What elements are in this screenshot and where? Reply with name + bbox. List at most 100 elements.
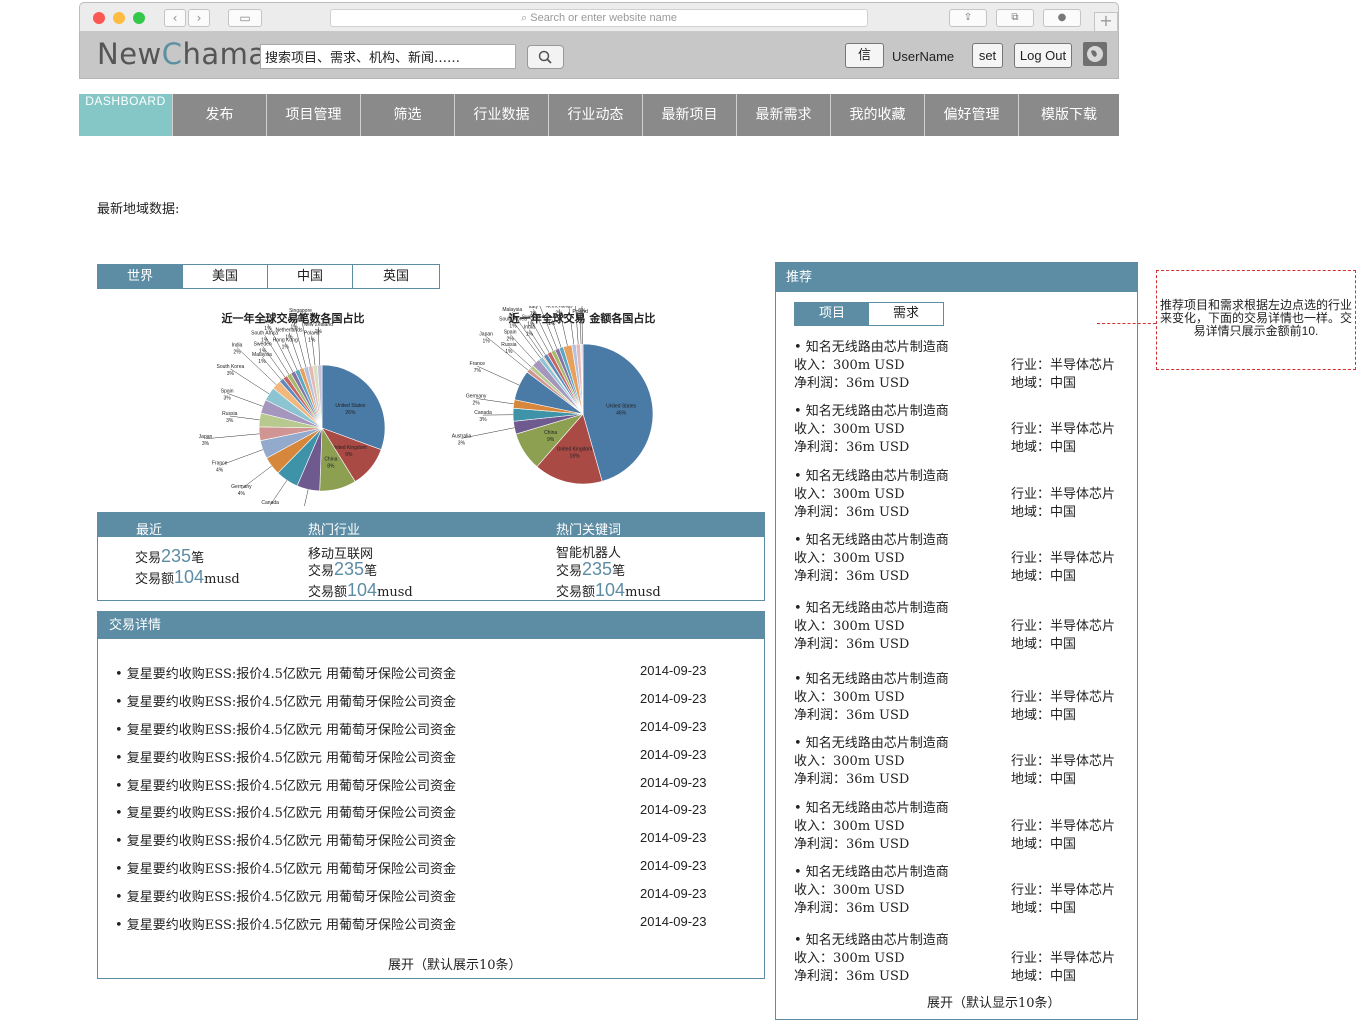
hot-industry-header: 热门行业: [308, 523, 361, 538]
sidebar-toggle-icon[interactable]: ▭: [228, 9, 262, 27]
pie-value-label: 0%: [578, 308, 586, 314]
deal-item[interactable]: • 复星要约收购ESS:报价4.5亿欧元 用葡萄牙保险公司资金: [115, 802, 456, 821]
recommend-item[interactable]: • 知名无线路由芯片制造商 收入：300m USD 净利润：36m USD 行业：半导…: [794, 597, 1124, 652]
nav-favorites[interactable]: 我的收藏: [831, 94, 925, 136]
geo-tabs: 世界 美国 中国 英国: [97, 264, 440, 289]
logo[interactable]: NewChama: [97, 37, 267, 71]
tab-projects[interactable]: 项目: [795, 303, 869, 325]
pie-value-label: 3%: [479, 417, 487, 423]
tab-world[interactable]: 世界: [98, 265, 183, 288]
tab-china[interactable]: 中国: [268, 265, 353, 288]
nav-filter[interactable]: 筛选: [361, 94, 455, 136]
deal-item[interactable]: • 复星要约收购ESS:报价4.5亿欧元 用葡萄牙保险公司资金: [115, 747, 456, 766]
deal-item[interactable]: • 复星要约收购ESS:报价4.5亿欧元 用葡萄牙保险公司资金: [115, 886, 456, 905]
recent-count: 交易235笔: [135, 546, 205, 566]
recommend-item-industry: 行业：半导体芯片: [1011, 422, 1116, 437]
nav-project-management[interactable]: 项目管理: [267, 94, 361, 136]
pie-value-label: 8%: [327, 463, 335, 469]
nav-publish[interactable]: 发布: [173, 94, 267, 136]
username[interactable]: UserName: [892, 49, 954, 64]
nav-template-download[interactable]: 模版下载: [1019, 94, 1119, 136]
download-icon[interactable]: ●: [1043, 9, 1081, 27]
close-window-button[interactable]: [93, 12, 105, 24]
geo-section-title: 最新地域数据:: [97, 202, 180, 217]
pie-label: Canada: [474, 410, 492, 416]
maximize-window-button[interactable]: [133, 12, 145, 24]
nav-latest-projects[interactable]: 最新项目: [643, 94, 737, 136]
recommend-item-title: • 知名无线路由芯片制造商: [794, 672, 949, 687]
pie-label: Australia: [452, 433, 472, 439]
pie-label: Germany: [466, 393, 487, 399]
tab-uk[interactable]: 英国: [353, 265, 439, 288]
site-search-input[interactable]: [260, 44, 516, 69]
pie-value-label: 1%: [526, 332, 534, 338]
recommend-item[interactable]: • 知名无线路由芯片制造商 收入：300m USD 净利润：36m USD 行业：半导…: [794, 861, 1124, 916]
forward-button[interactable]: ›: [188, 9, 210, 27]
recommend-item-region: 地域：中国: [1011, 837, 1077, 852]
deal-item[interactable]: • 复星要约收购ESS:报价4.5亿欧元 用葡萄牙保险公司资金: [115, 719, 456, 738]
recommend-item-title: • 知名无线路由芯片制造商: [794, 601, 949, 616]
minimize-window-button[interactable]: [113, 12, 125, 24]
tab-usa[interactable]: 美国: [183, 265, 268, 288]
nav-preferences[interactable]: 偏好管理: [925, 94, 1019, 136]
recommend-item-title: • 知名无线路由芯片制造商: [794, 533, 949, 548]
messages-button[interactable]: 信: [845, 43, 884, 68]
deal-item[interactable]: • 复星要约收购ESS:报价4.5亿欧元 用葡萄牙保险公司资金: [115, 691, 456, 710]
tabs-overview-icon[interactable]: ⧉: [996, 9, 1034, 27]
recommend-item-title: • 知名无线路由芯片制造商: [794, 933, 949, 948]
recommend-item-region: 地域：中国: [1011, 637, 1077, 652]
recommend-header: 推荐: [776, 263, 1137, 292]
recommend-item[interactable]: • 知名无线路由芯片制造商 收入：300m USD 净利润：36m USD 行业：半导…: [794, 929, 1124, 984]
recommend-item[interactable]: • 知名无线路由芯片制造商 收入：300m USD 净利润：36m USD 行业：半导…: [794, 668, 1124, 723]
deals-expand-link[interactable]: 展开（默认展示10条）: [388, 954, 522, 973]
recommend-item[interactable]: • 知名无线路由芯片制造商 收入：300m USD 净利润：36m USD 行业：半导…: [794, 797, 1124, 852]
recommend-item-profit: 净利润：36m USD: [794, 505, 910, 520]
pie-label: France: [212, 460, 228, 466]
nav-industry-data[interactable]: 行业数据: [455, 94, 549, 136]
recommend-item-revenue: 收入：300m USD: [794, 754, 905, 769]
deal-item[interactable]: • 复星要约收购ESS:报价4.5亿欧元 用葡萄牙保险公司资金: [115, 775, 456, 794]
recent-amount: 交易额104musd: [135, 567, 240, 587]
deal-item[interactable]: • 复星要约收购ESS:报价4.5亿欧元 用葡萄牙保险公司资金: [115, 663, 456, 682]
recommend-item-industry: 行业：半导体芯片: [1011, 951, 1116, 966]
pie-value-label: 1%: [290, 325, 298, 331]
magnifier-icon: [538, 50, 552, 64]
share-icon[interactable]: ⇪: [949, 9, 987, 27]
recommend-item[interactable]: • 知名无线路由芯片制造商 收入：300m USD 净利润：36m USD 行业：半导…: [794, 336, 1124, 391]
new-tab-button[interactable]: +: [1094, 12, 1118, 32]
nav-latest-demands[interactable]: 最新需求: [737, 94, 831, 136]
recommend-expand-link[interactable]: 展开（默认显示10条）: [927, 992, 1061, 1011]
pie-leader-line: [509, 334, 536, 363]
nav-dashboard[interactable]: DASHBOARD: [79, 94, 173, 136]
pie-label: United States: [606, 404, 637, 410]
recommend-item-industry: 行业：半导体芯片: [1011, 690, 1116, 705]
pie-value-label: 4%: [238, 491, 246, 497]
recommend-item-region: 地域：中国: [1011, 376, 1077, 391]
recommend-item[interactable]: • 知名无线路由芯片制造商 收入：300m USD 净利润：36m USD 行业：半导…: [794, 529, 1124, 584]
recommend-item-region: 地域：中国: [1011, 569, 1077, 584]
nav-industry-news[interactable]: 行业动态: [549, 94, 643, 136]
deal-item[interactable]: • 复星要约收购ESS:报价4.5亿欧元 用葡萄牙保险公司资金: [115, 914, 456, 933]
recommend-item[interactable]: • 知名无线路由芯片制造商 收入：300m USD 净利润：36m USD 行业：半导…: [794, 732, 1124, 787]
recommend-item-profit: 净利润：36m USD: [794, 969, 910, 984]
recommend-item-profit: 净利润：36m USD: [794, 440, 910, 455]
pie-value-label: 1%: [264, 326, 272, 332]
pie-value-label: 0%: [577, 316, 585, 322]
recommend-item-industry: 行业：半导体芯片: [1011, 551, 1116, 566]
url-bar[interactable]: ⌕ Search or enter website name: [330, 9, 868, 27]
pie-value-label: 1%: [285, 335, 293, 341]
pie-label: Italy: [263, 319, 273, 325]
deal-item[interactable]: • 复星要约收购ESS:报价4.5亿欧元 用葡萄牙保险公司资金: [115, 830, 456, 849]
recommend-item[interactable]: • 知名无线路由芯片制造商 收入：300m USD 净利润：36m USD 行业：半导…: [794, 400, 1124, 455]
logo-text-new: New: [97, 37, 162, 71]
tab-demands[interactable]: 需求: [869, 303, 943, 325]
logout-button[interactable]: Log Out: [1014, 43, 1072, 68]
search-button[interactable]: [527, 45, 564, 69]
back-button[interactable]: ‹: [164, 9, 186, 27]
recommend-item[interactable]: • 知名无线路由芯片制造商 收入：300m USD 净利润：36m USD 行业：半导…: [794, 465, 1124, 520]
globe-icon[interactable]: [1083, 42, 1107, 66]
pie-label: Japan: [199, 434, 213, 440]
deal-item[interactable]: • 复星要约收购ESS:报价4.5亿欧元 用葡萄牙保险公司资金: [115, 858, 456, 877]
settings-button[interactable]: set: [972, 43, 1003, 68]
recommend-item-title: • 知名无线路由芯片制造商: [794, 736, 949, 751]
